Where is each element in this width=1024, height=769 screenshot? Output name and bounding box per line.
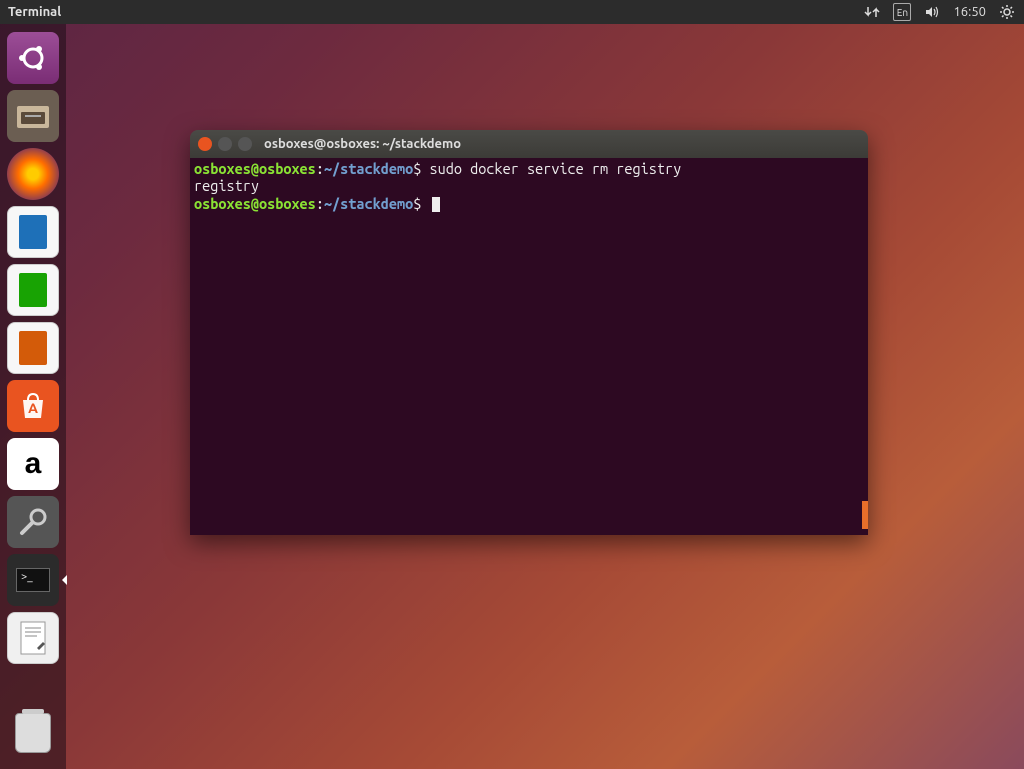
software-bag-icon: A <box>15 388 51 424</box>
launcher-firefox[interactable] <box>7 148 59 200</box>
terminal-window: osboxes@osboxes: ~/stackdemo osboxes@osb… <box>190 130 868 535</box>
window-controls <box>198 137 252 151</box>
launcher-settings[interactable] <box>7 496 59 548</box>
clock[interactable]: 16:50 <box>953 3 986 21</box>
firefox-icon <box>15 156 51 192</box>
terminal-cursor <box>432 197 440 212</box>
command-line: sudo docker service rm registry <box>430 160 682 177</box>
prompt-user-host: osboxes@osboxes <box>194 195 316 212</box>
language-indicator[interactable]: En <box>893 3 911 21</box>
window-maximize-button[interactable] <box>238 137 252 151</box>
files-icon <box>15 98 51 134</box>
prompt-path: ~/stackdemo <box>324 195 413 212</box>
launcher-dash[interactable] <box>7 32 59 84</box>
calc-icon <box>19 273 47 307</box>
prompt-user-host: osboxes@osboxes <box>194 160 316 177</box>
launcher-software[interactable]: A <box>7 380 59 432</box>
session-gear-icon[interactable] <box>998 3 1016 21</box>
terminal-output-area[interactable]: osboxes@osboxes:~/stackdemo$ sudo docker… <box>190 158 868 535</box>
wrench-gear-icon <box>15 504 51 540</box>
writer-icon <box>19 215 47 249</box>
sound-icon[interactable] <box>923 3 941 21</box>
window-title: osboxes@osboxes: ~/stackdemo <box>264 137 461 151</box>
ubuntu-logo-icon <box>15 40 51 76</box>
window-close-button[interactable] <box>198 137 212 151</box>
launcher-trash[interactable] <box>7 707 59 759</box>
impress-icon <box>19 331 47 365</box>
indicator-area: En 16:50 <box>863 3 1016 21</box>
terminal-icon: >_ <box>16 568 50 592</box>
trash-icon <box>15 713 51 753</box>
window-titlebar[interactable]: osboxes@osboxes: ~/stackdemo <box>190 130 868 158</box>
prompt-path: ~/stackdemo <box>324 160 413 177</box>
command-output: registry <box>194 177 259 194</box>
launcher-calc[interactable] <box>7 264 59 316</box>
window-minimize-button[interactable] <box>218 137 232 151</box>
text-editor-icon <box>16 621 51 656</box>
launcher-amazon[interactable]: a <box>7 438 59 490</box>
network-icon[interactable] <box>863 3 881 21</box>
terminal-scrollbar[interactable] <box>862 501 868 529</box>
amazon-icon: a <box>15 446 51 482</box>
unity-launcher: A a >_ <box>0 24 66 769</box>
launcher-text-editor[interactable] <box>7 612 59 664</box>
launcher-files[interactable] <box>7 90 59 142</box>
top-menu-bar: Terminal En 16:50 <box>0 0 1024 24</box>
active-app-name[interactable]: Terminal <box>8 5 863 19</box>
launcher-impress[interactable] <box>7 322 59 374</box>
svg-text:A: A <box>28 400 38 416</box>
launcher-terminal[interactable]: >_ <box>7 554 59 606</box>
launcher-writer[interactable] <box>7 206 59 258</box>
